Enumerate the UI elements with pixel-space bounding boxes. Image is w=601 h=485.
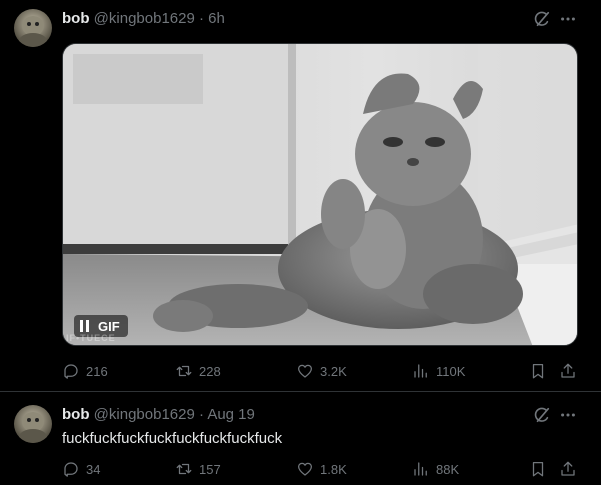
like-count: 3.2K (320, 363, 347, 379)
display-name[interactable]: bob (62, 10, 90, 27)
like-icon (297, 364, 313, 378)
like-button[interactable]: 1.8K (296, 458, 347, 480)
bookmark-button[interactable] (529, 360, 547, 382)
views-button[interactable]: 110K (412, 360, 465, 382)
grok-icon[interactable] (533, 10, 551, 28)
action-bar: 216 228 3.2K 110K (62, 360, 582, 382)
bookmark-icon (532, 461, 544, 477)
pause-icon[interactable] (80, 320, 90, 332)
bookmark-icon (532, 363, 544, 379)
reply-icon (64, 462, 78, 477)
cat-gif-image (63, 44, 577, 345)
avatar[interactable] (14, 405, 52, 443)
views-count: 88K (436, 461, 460, 477)
like-icon (297, 462, 313, 476)
reply-count: 34 (86, 461, 101, 477)
reply-button[interactable]: 34 (62, 458, 100, 480)
user-handle[interactable]: @kingbob1629 (94, 10, 195, 27)
avatar-image (14, 405, 52, 443)
reply-icon (64, 364, 78, 379)
retweet-icon (176, 463, 192, 475)
repost-button[interactable]: 157 (175, 458, 221, 480)
views-icon (414, 364, 427, 378)
repost-button[interactable]: 228 (175, 360, 221, 382)
views-icon (414, 462, 427, 476)
grok-icon[interactable] (533, 406, 551, 424)
post-header: bob @kingbob1629 · 6h (62, 9, 225, 29)
timestamp[interactable]: 6h (208, 10, 225, 27)
separator: · (198, 10, 204, 27)
retweet-icon (176, 365, 192, 377)
share-icon (561, 461, 575, 476)
user-handle[interactable]: @kingbob1629 (94, 406, 195, 423)
repost-count: 228 (199, 363, 221, 379)
more-icon[interactable] (559, 10, 577, 28)
reply-button[interactable]: 216 (62, 360, 108, 382)
gif-label: GIF (98, 318, 120, 334)
avatar-image (14, 9, 52, 47)
avatar[interactable] (14, 9, 52, 47)
like-count: 1.8K (320, 461, 347, 477)
timestamp[interactable]: Aug 19 (207, 406, 255, 423)
gif-media[interactable]: GIF IF•TUECE (62, 43, 578, 346)
views-count: 110K (436, 363, 466, 379)
share-icon (561, 363, 575, 378)
share-button[interactable] (559, 360, 577, 382)
post[interactable]: bob @kingbob1629 · 6h GIF IF•TUECE 216 2… (0, 0, 601, 392)
post-header: bob @kingbob1629 · Aug 19 (62, 405, 255, 425)
like-button[interactable]: 3.2K (296, 360, 347, 382)
post-text: fuckfuckfuckfuckfuckfuckfuckfuck (62, 430, 283, 447)
action-bar: 34 157 1.8K 88K (62, 458, 582, 480)
more-icon[interactable] (559, 406, 577, 424)
gif-watermark: IF•TUECE (66, 333, 116, 343)
share-button[interactable] (559, 458, 577, 480)
repost-count: 157 (199, 461, 221, 477)
bookmark-button[interactable] (529, 458, 547, 480)
separator: · (198, 406, 204, 423)
display-name[interactable]: bob (62, 406, 90, 423)
reply-count: 216 (86, 363, 108, 379)
views-button[interactable]: 88K (412, 458, 459, 480)
